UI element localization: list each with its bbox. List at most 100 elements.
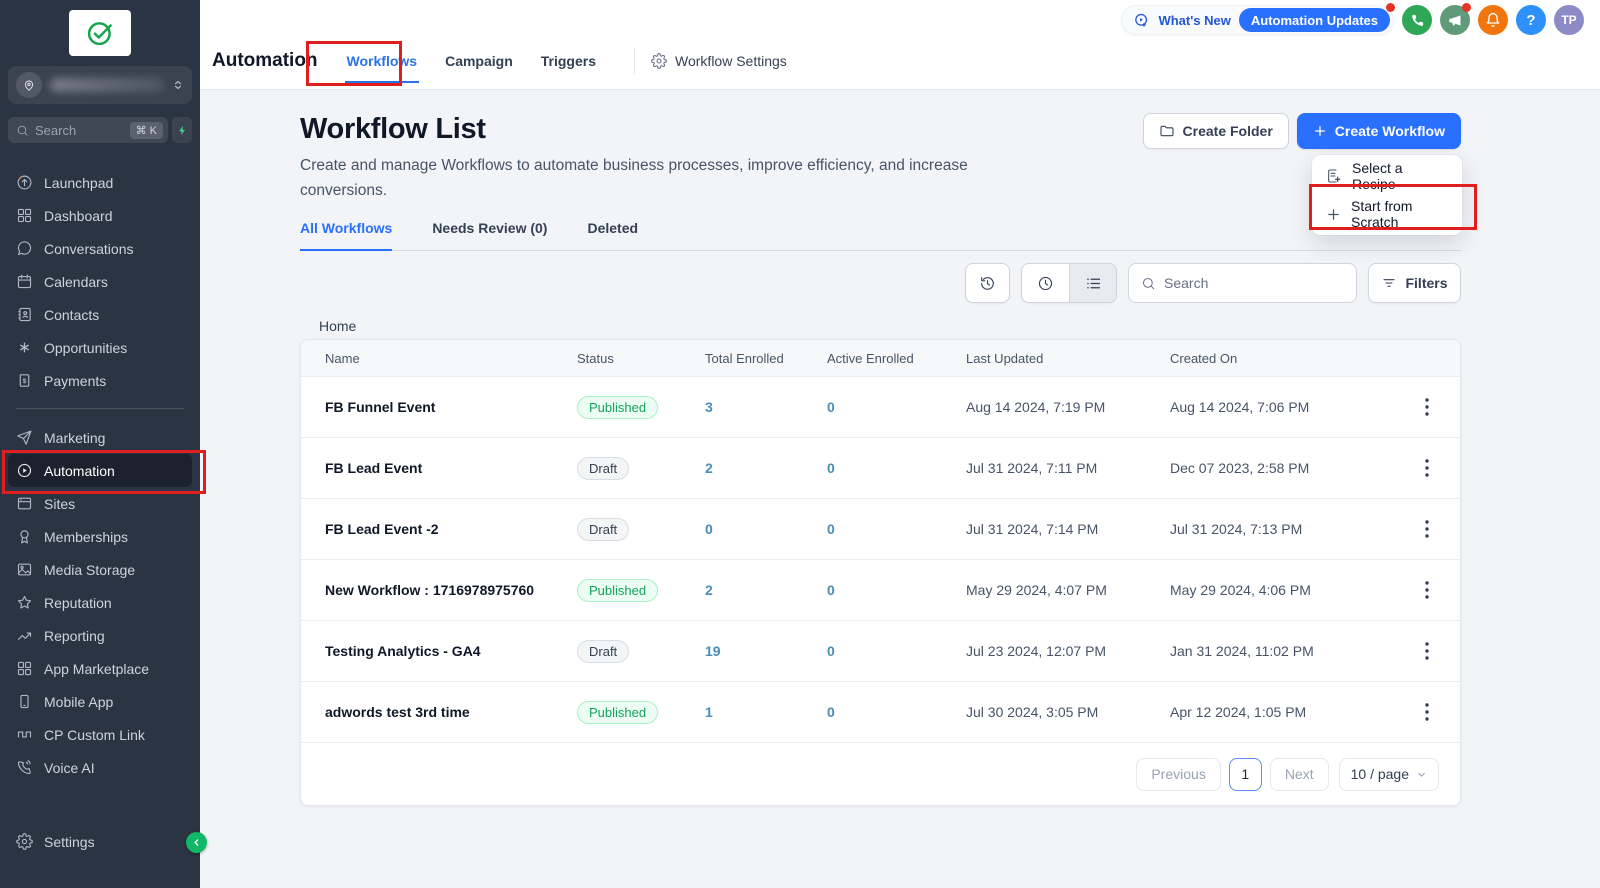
brand-logo[interactable] [69, 10, 131, 56]
active-enrolled-link[interactable]: 0 [827, 399, 966, 415]
total-enrolled-link[interactable]: 0 [705, 521, 827, 537]
row-menu-button[interactable] [1413, 576, 1441, 604]
column-header-active-enrolled: Active Enrolled [827, 351, 966, 366]
filters-button[interactable]: Filters [1368, 263, 1461, 303]
history-button[interactable] [965, 263, 1010, 303]
help-button[interactable]: ? [1516, 5, 1546, 35]
table-row[interactable]: adwords test 3rd time Published 1 0 Jul … [301, 682, 1460, 743]
voice-phone-icon [16, 759, 33, 776]
workflow-name[interactable]: FB Lead Event [301, 460, 577, 476]
workflow-name[interactable]: FB Funnel Event [301, 399, 577, 415]
total-enrolled-link[interactable]: 2 [705, 460, 827, 476]
workflow-name[interactable]: adwords test 3rd time [301, 704, 577, 720]
sidebar-item-marketing[interactable]: Marketing [8, 421, 192, 454]
sidebar-item-payments[interactable]: $ Payments [8, 364, 192, 397]
sidebar-item-dashboard[interactable]: Dashboard [8, 199, 192, 232]
sidebar-item-media-storage[interactable]: Media Storage [8, 553, 192, 586]
table-row[interactable]: FB Funnel Event Published 3 0 Aug 14 202… [301, 377, 1460, 438]
sidebar-item-opportunities[interactable]: Opportunities [8, 331, 192, 364]
workflow-name[interactable]: New Workflow : 1716978975760 [301, 582, 577, 598]
create-folder-label: Create Folder [1183, 123, 1273, 139]
table-row[interactable]: Testing Analytics - GA4 Draft 19 0 Jul 2… [301, 621, 1460, 682]
timeline-view-button[interactable] [1022, 264, 1069, 302]
tab-deleted[interactable]: Deleted [587, 220, 638, 251]
list-view-button[interactable] [1069, 264, 1116, 302]
table-row[interactable]: New Workflow : 1716978975760 Published 2… [301, 560, 1460, 621]
workflow-settings-button[interactable]: Workflow Settings [651, 53, 787, 69]
sidebar-item-conversations[interactable]: Conversations [8, 232, 192, 265]
sidebar-item-automation[interactable]: Automation [8, 454, 192, 487]
active-enrolled-link[interactable]: 0 [827, 460, 966, 476]
phone-button[interactable] [1402, 5, 1432, 35]
row-menu-button[interactable] [1413, 637, 1441, 665]
menu-item-start-from-scratch[interactable]: Start from Scratch [1312, 195, 1462, 233]
total-enrolled-link[interactable]: 19 [705, 643, 827, 659]
sidebar-item-calendars[interactable]: Calendars [8, 265, 192, 298]
view-toggle [1021, 263, 1117, 303]
row-menu-button[interactable] [1413, 393, 1441, 421]
sidebar-search-field[interactable] [35, 123, 105, 138]
whats-new-button[interactable]: What's New Automation Updates [1121, 5, 1394, 35]
active-enrolled-link[interactable]: 0 [827, 521, 966, 537]
total-enrolled-link[interactable]: 1 [705, 704, 827, 720]
table-toolbar: Filters [300, 263, 1461, 303]
created-on: Dec 07 2023, 2:58 PM [1170, 460, 1392, 476]
total-enrolled-link[interactable]: 2 [705, 582, 827, 598]
previous-page-button[interactable]: Previous [1136, 758, 1220, 791]
sidebar-item-reporting[interactable]: Reporting [8, 619, 192, 652]
tab-all-workflows[interactable]: All Workflows [300, 220, 392, 251]
sidebar-item-label: Voice AI [44, 760, 95, 776]
row-menu-button[interactable] [1413, 454, 1441, 482]
sidebar-item-label: Calendars [44, 274, 108, 290]
last-updated: May 29 2024, 4:07 PM [966, 582, 1170, 598]
sidebar-item-settings[interactable]: Settings [8, 825, 192, 858]
sidebar-item-launchpad[interactable]: Launchpad [8, 166, 192, 199]
sidebar-divider [16, 408, 184, 409]
row-menu-button[interactable] [1413, 698, 1441, 726]
breadcrumb[interactable]: Home [300, 318, 1461, 334]
sidebar-item-cp-custom-link[interactable]: CP Custom Link [8, 718, 192, 751]
sidebar-item-sites[interactable]: Sites [8, 487, 192, 520]
sidebar-item-label: Reporting [44, 628, 105, 644]
filter-lines-icon [1381, 275, 1397, 291]
sidebar-collapse-button[interactable] [186, 832, 207, 853]
sidebar-item-memberships[interactable]: Memberships [8, 520, 192, 553]
sidebar-search-input[interactable]: ⌘ K [8, 117, 168, 143]
sidebar-item-voice-ai[interactable]: Voice AI [8, 751, 192, 784]
automation-updates-badge[interactable]: Automation Updates [1239, 8, 1390, 32]
next-page-button[interactable]: Next [1270, 758, 1329, 791]
tab-campaign[interactable]: Campaign [443, 49, 515, 73]
table-search[interactable] [1128, 263, 1357, 303]
quick-actions-button[interactable] [172, 117, 192, 143]
page-number-button[interactable]: 1 [1229, 758, 1262, 791]
sidebar-item-contacts[interactable]: Contacts [8, 298, 192, 331]
workflow-name[interactable]: FB Lead Event -2 [301, 521, 577, 537]
table-row[interactable]: FB Lead Event -2 Draft 0 0 Jul 31 2024, … [301, 499, 1460, 560]
sidebar-item-label: Conversations [44, 241, 134, 257]
page-size-select[interactable]: 10 / page [1339, 758, 1439, 791]
workflow-name[interactable]: Testing Analytics - GA4 [301, 643, 577, 659]
active-enrolled-link[interactable]: 0 [827, 643, 966, 659]
create-folder-button[interactable]: Create Folder [1143, 113, 1289, 149]
user-avatar[interactable]: TP [1554, 5, 1584, 35]
table-search-input[interactable] [1164, 275, 1324, 291]
tab-triggers[interactable]: Triggers [539, 49, 598, 73]
row-menu-button[interactable] [1413, 515, 1441, 543]
create-workflow-button[interactable]: Create Workflow [1297, 113, 1461, 149]
active-enrolled-link[interactable]: 0 [827, 704, 966, 720]
tab-workflows[interactable]: Workflows [345, 49, 420, 73]
notifications-button[interactable] [1478, 5, 1508, 35]
sidebar-item-app-marketplace[interactable]: App Marketplace [8, 652, 192, 685]
calendar-icon [16, 273, 33, 290]
sidebar-item-mobile-app[interactable]: Mobile App [8, 685, 192, 718]
tab-needs-review[interactable]: Needs Review (0) [432, 220, 547, 251]
header-icons-row: What's New Automation Updates ? TP [1121, 5, 1584, 35]
sidebar-item-reputation[interactable]: Reputation [8, 586, 192, 619]
active-enrolled-link[interactable]: 0 [827, 582, 966, 598]
announcements-button[interactable] [1440, 5, 1470, 35]
menu-item-select-recipe[interactable]: Select a Recipe [1312, 157, 1462, 195]
table-row[interactable]: FB Lead Event Draft 2 0 Jul 31 2024, 7:1… [301, 438, 1460, 499]
last-updated: Jul 23 2024, 12:07 PM [966, 643, 1170, 659]
total-enrolled-link[interactable]: 3 [705, 399, 827, 415]
account-switcher[interactable] [8, 66, 192, 104]
